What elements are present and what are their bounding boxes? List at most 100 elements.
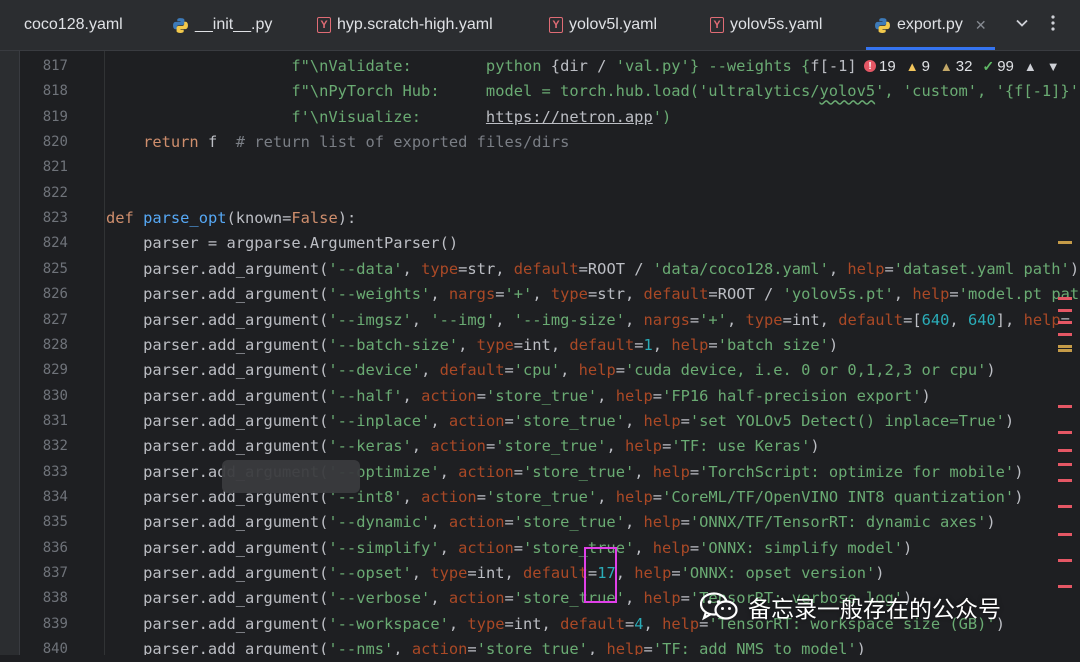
line-number[interactable]: 840 bbox=[8, 637, 68, 662]
line-number[interactable]: 839 bbox=[8, 612, 68, 637]
close-tab-icon[interactable]: ✕ bbox=[975, 17, 987, 34]
scrollbar-marker[interactable] bbox=[1058, 533, 1072, 536]
scrollbar-marker[interactable] bbox=[1058, 585, 1072, 588]
code-line[interactable]: f'\nVisualize: https://netron.app') bbox=[106, 105, 671, 130]
scrollbar-marker[interactable] bbox=[1058, 321, 1072, 324]
weak-warning-count[interactable]: ▲ 32 bbox=[940, 58, 973, 75]
line-number[interactable]: 822 bbox=[8, 181, 68, 206]
tab-export-py[interactable]: export.py ✕ bbox=[866, 0, 995, 50]
code-line[interactable]: parser.add_argument('--nms', action='sto… bbox=[106, 637, 866, 655]
line-number[interactable]: 818 bbox=[8, 79, 68, 104]
line-number[interactable]: 827 bbox=[8, 308, 68, 333]
line-number[interactable]: 830 bbox=[8, 384, 68, 409]
line-number-gutter: 817 818 819 820 821 822 823 824 825 826 827 828 829 8… bbox=[20, 51, 78, 657]
code-token: type bbox=[421, 259, 459, 278]
scrollbar-marker[interactable] bbox=[1058, 479, 1072, 482]
code-token: default bbox=[569, 335, 635, 354]
code-token: ): bbox=[337, 209, 357, 228]
tab-label: __init__.py bbox=[195, 16, 273, 33]
line-number[interactable]: 833 bbox=[8, 460, 68, 485]
wechat-logo-icon bbox=[699, 591, 738, 623]
code-line[interactable]: parser.add_argument('--device', default=… bbox=[106, 358, 996, 383]
code-token: 'store_true' bbox=[523, 538, 635, 557]
scrollbar-marker[interactable] bbox=[1058, 333, 1072, 336]
scrollbar-marker[interactable] bbox=[1058, 449, 1072, 452]
typo-count[interactable]: ✓ 99 bbox=[982, 58, 1013, 75]
code-token: '--inplace' bbox=[328, 411, 431, 430]
line-number[interactable]: 838 bbox=[8, 586, 68, 611]
scrollbar-marker[interactable] bbox=[1058, 405, 1072, 408]
code-line[interactable]: parser.add_argument('--data', type=str, … bbox=[106, 257, 1079, 282]
scrollbar-marker[interactable] bbox=[1058, 345, 1072, 348]
code-line[interactable]: parser.add_argument('--half', action='st… bbox=[106, 384, 931, 409]
scrollbar-marker[interactable] bbox=[1058, 559, 1072, 562]
tab-yolov5s-yaml[interactable]: Y yolov5s.yaml bbox=[710, 0, 822, 50]
line-number[interactable]: 828 bbox=[8, 333, 68, 358]
scrollbar-marker[interactable] bbox=[1058, 349, 1072, 352]
code-token: (known= bbox=[226, 209, 292, 228]
tab-coco128-yaml[interactable]: coco128.yaml bbox=[24, 0, 123, 50]
more-actions-kebab-icon[interactable] bbox=[1050, 14, 1056, 36]
error-count[interactable]: ! 19 bbox=[864, 58, 896, 75]
editor-tab-bar: coco128.yaml __init__.py Y hyp.scratch-h… bbox=[0, 0, 1080, 51]
code-line[interactable]: parser.add_argument('--opset', type=int,… bbox=[106, 561, 884, 586]
code-line[interactable]: parser = argparse.ArgumentParser() bbox=[106, 231, 458, 256]
tab-yolov5l-yaml[interactable]: Y yolov5l.yaml bbox=[549, 0, 657, 50]
scrollbar-marker[interactable] bbox=[1058, 297, 1072, 300]
line-number[interactable]: 821 bbox=[8, 155, 68, 180]
code-token: , bbox=[726, 310, 746, 329]
warning-count[interactable]: ▲ 9 bbox=[906, 58, 930, 75]
tab-list-chevron-down-icon[interactable] bbox=[1015, 14, 1029, 34]
code-line[interactable]: def parse_opt(known=False): bbox=[106, 206, 356, 231]
line-number[interactable]: 832 bbox=[8, 434, 68, 459]
tab-init-py[interactable]: __init__.py bbox=[172, 0, 272, 50]
scrollbar-marker[interactable] bbox=[1058, 431, 1072, 434]
code-token: type bbox=[550, 285, 588, 304]
code-line[interactable]: f"\nValidate: python {dir / 'val.py'} --… bbox=[106, 54, 856, 79]
code-token: help bbox=[606, 640, 644, 655]
code-token: 'batch size' bbox=[717, 335, 829, 354]
line-number[interactable]: 823 bbox=[8, 206, 68, 231]
code-token: 'model.pt path(s)' bbox=[958, 285, 1080, 304]
code-line[interactable]: f"\nPyTorch Hub: model = torch.hub.load(… bbox=[106, 79, 1079, 104]
code-line[interactable]: return f # return list of exported files… bbox=[106, 130, 569, 155]
code-line[interactable]: parser.add_argument('--dynamic', action=… bbox=[106, 510, 996, 535]
code-editor[interactable]: 817 818 819 820 821 822 823 824 825 826 827 828 829 8… bbox=[0, 51, 1080, 657]
code-line[interactable]: parser.add_argument('--imgsz', '--img', … bbox=[106, 308, 1070, 333]
line-number[interactable]: 820 bbox=[8, 130, 68, 155]
scrollbar-marker[interactable] bbox=[1058, 463, 1072, 466]
line-number[interactable]: 825 bbox=[8, 257, 68, 282]
line-number[interactable]: 826 bbox=[8, 282, 68, 307]
line-number[interactable]: 824 bbox=[8, 231, 68, 256]
code-line[interactable]: parser.add_argument('--simplify', action… bbox=[106, 536, 912, 561]
line-number[interactable]: 836 bbox=[8, 536, 68, 561]
code-line[interactable]: parser.add_argument('--batch-size', type… bbox=[106, 333, 838, 358]
tab-label: export.py bbox=[897, 16, 963, 33]
line-number[interactable]: 819 bbox=[8, 105, 68, 130]
scrollbar-marker[interactable] bbox=[1058, 309, 1072, 312]
code-token: = bbox=[495, 285, 505, 304]
next-highlight-icon[interactable]: ▼ bbox=[1047, 59, 1060, 74]
code-token: ) bbox=[903, 538, 913, 557]
scrollbar-marker[interactable] bbox=[1058, 241, 1072, 244]
previous-highlight-icon[interactable]: ▲ bbox=[1024, 59, 1037, 74]
code-token: type bbox=[745, 310, 783, 329]
code-token: 'store_true' bbox=[476, 640, 588, 655]
line-number[interactable]: 837 bbox=[8, 561, 68, 586]
code-token: dir / bbox=[560, 57, 616, 75]
scrollbar-marker[interactable] bbox=[1058, 505, 1072, 508]
line-number[interactable]: 817 bbox=[8, 54, 68, 79]
line-number[interactable]: 829 bbox=[8, 358, 68, 383]
inspections-widget[interactable]: ! 19 ▲ 9 ▲ 32 ✓ 99 ▲ ▼ bbox=[858, 55, 1066, 77]
line-number[interactable]: 835 bbox=[8, 510, 68, 535]
code-token: help bbox=[643, 589, 681, 608]
tab-hyp-scratch-high-yaml[interactable]: Y hyp.scratch-high.yaml bbox=[317, 0, 493, 50]
line-number[interactable]: 834 bbox=[8, 485, 68, 510]
code-line[interactable]: parser.add_argument('--inplace', action=… bbox=[106, 409, 1014, 434]
code-token: '--workspace' bbox=[328, 614, 449, 633]
line-number[interactable]: 831 bbox=[8, 409, 68, 434]
code-line[interactable]: parser.add_argument('--keras', action='s… bbox=[106, 434, 820, 459]
code-line[interactable]: parser.add_argument('--weights', nargs='… bbox=[106, 282, 1080, 307]
